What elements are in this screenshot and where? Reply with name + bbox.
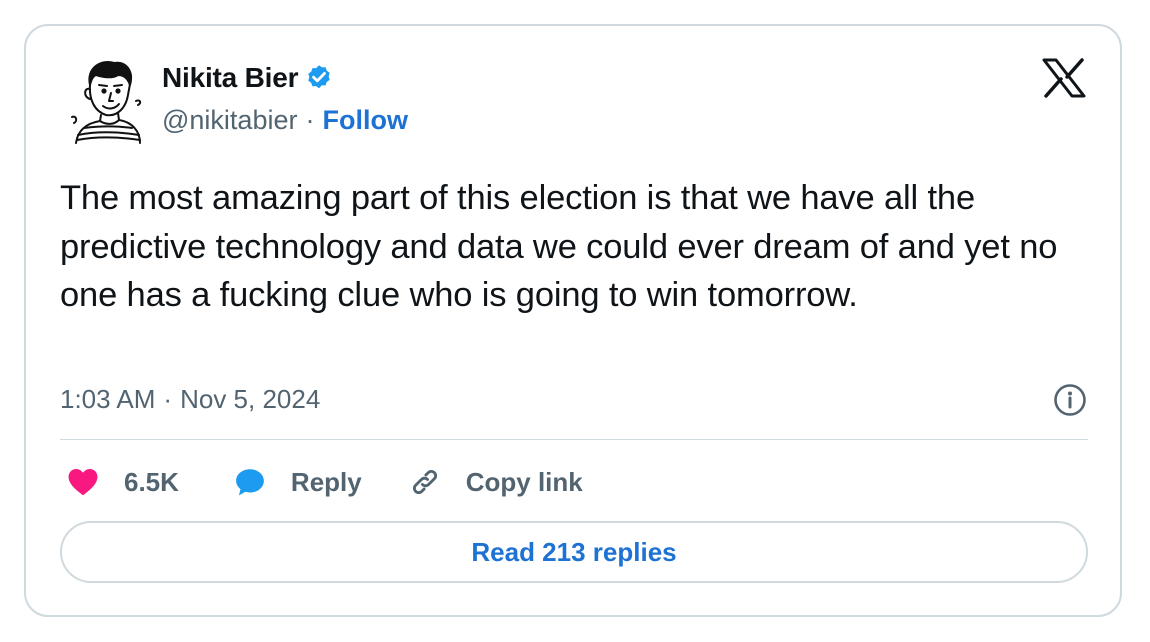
author-handle[interactable]: @nikitabier	[162, 105, 297, 136]
tweet-timestamp: 1:03 AM · Nov 5, 2024	[60, 379, 320, 419]
link-icon	[412, 469, 437, 495]
info-icon[interactable]	[1052, 382, 1088, 418]
handle-row: @nikitabier · Follow	[162, 102, 408, 138]
tweet-time[interactable]: 1:03 AM	[60, 384, 155, 415]
follow-link[interactable]: Follow	[322, 105, 407, 136]
avatar[interactable]	[68, 55, 148, 147]
speech-bubble-icon	[236, 469, 264, 496]
read-replies-button[interactable]: Read 213 replies	[60, 521, 1088, 583]
timestamp-separator: ·	[163, 383, 173, 414]
tweet-date[interactable]: Nov 5, 2024	[180, 384, 320, 415]
author-name-row: Nikita Bier	[162, 60, 334, 96]
x-logo-icon[interactable]	[1042, 58, 1086, 98]
verified-badge-icon	[308, 65, 330, 89]
divider	[60, 439, 1088, 440]
action-bar: 6.5K Reply Copy link	[66, 462, 583, 502]
reply-label: Reply	[290, 466, 362, 497]
copy-link-button[interactable]: Copy link	[408, 465, 583, 499]
like-button[interactable]: 6.5K	[66, 465, 179, 499]
tweet-text: The most amazing part of this election i…	[60, 179, 1058, 314]
reply-button[interactable]: Reply	[233, 465, 362, 499]
like-count: 6.5K	[124, 466, 179, 497]
heart-icon	[68, 468, 98, 496]
copy-link-label: Copy link	[465, 466, 583, 497]
author-name[interactable]: Nikita Bier	[162, 62, 298, 94]
handle-separator: ·	[305, 104, 315, 135]
tweet-card: Nikita Bier @nikitabier · Follow The mos…	[24, 24, 1122, 617]
